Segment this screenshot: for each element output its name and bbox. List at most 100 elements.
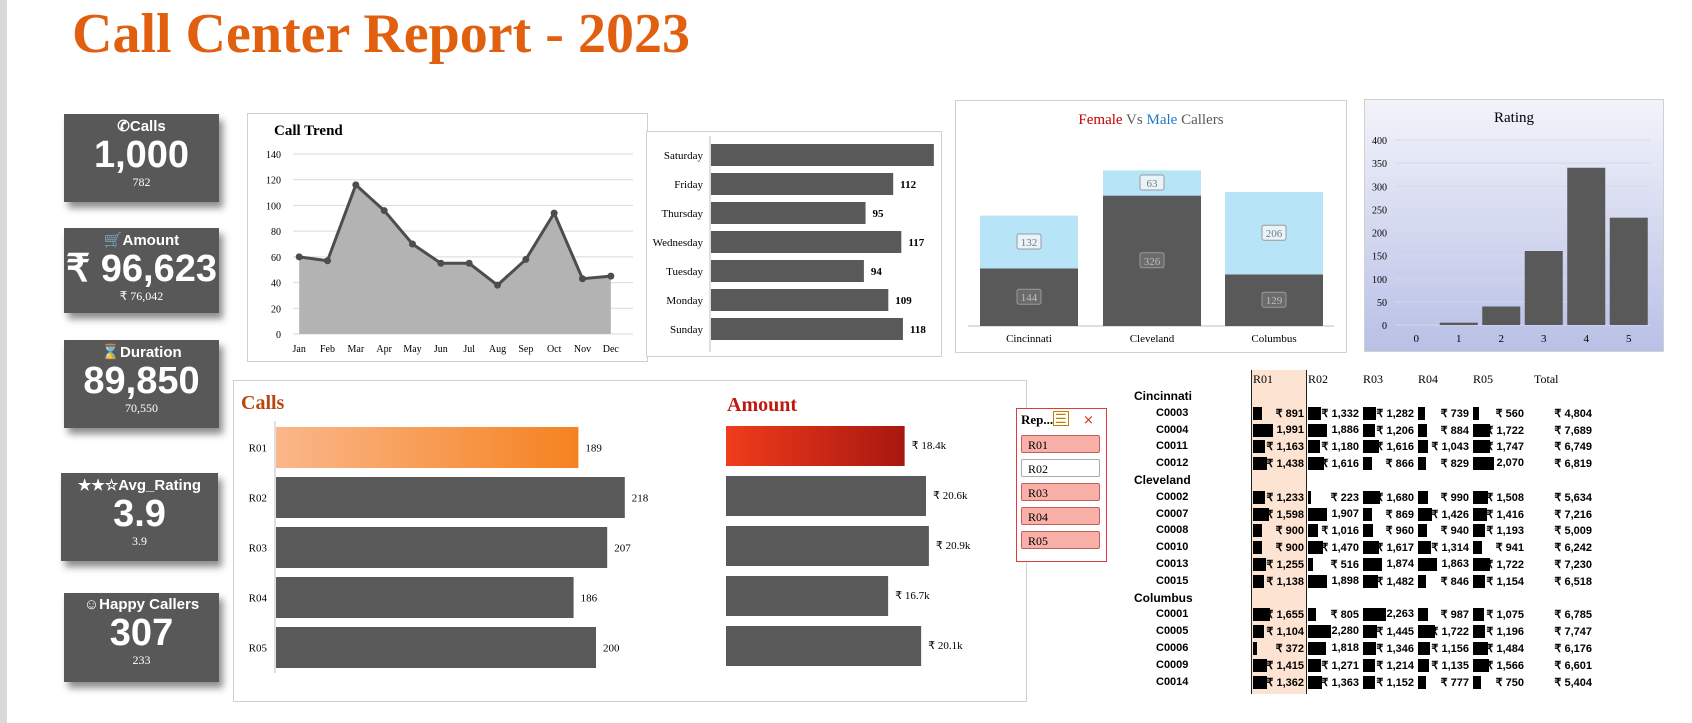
y-tick-label: 20 (271, 304, 281, 315)
slicer-item-r05[interactable]: R05 (1021, 531, 1100, 549)
data-bar (1363, 507, 1372, 521)
trend-point (465, 259, 473, 267)
rep-label: R05 (249, 643, 268, 655)
cell-value: ₹ 1,346 (1376, 643, 1414, 655)
y-tick-label: 120 (266, 176, 281, 187)
pivot-cell: ₹ 941 (1471, 539, 1526, 556)
row-total: ₹ 7,747 (1554, 626, 1592, 639)
cell-value: ₹ 1,214 (1376, 659, 1414, 672)
cell-value: ₹ 777 (1440, 676, 1469, 689)
pivot-header: R01 (1253, 372, 1274, 386)
row-total: ₹ 5,009 (1554, 525, 1592, 538)
cell-value: ₹ 866 (1385, 458, 1414, 471)
row-total: ₹ 5,634 (1554, 491, 1592, 504)
rep-label: R03 (249, 543, 268, 555)
kpi-label-text: Happy Callers (99, 596, 200, 613)
pivot-cell: ₹ 1,043 (1416, 438, 1471, 455)
cell-value: ₹ 739 (1440, 407, 1469, 420)
data-bar (1418, 642, 1430, 655)
multi-select-icon[interactable]: ☰ (1053, 411, 1069, 426)
data-bar (1418, 608, 1428, 622)
data-bar (1308, 524, 1319, 538)
x-tick-label: Jan (292, 344, 305, 355)
customer-code: C0001 (1156, 608, 1189, 621)
amount-value: ₹ 20.6k (933, 490, 968, 502)
cell-value: ₹ 1,233 (1266, 491, 1304, 504)
pivot-group-label: Cincinnati (1134, 389, 1193, 403)
chart-title: Female Vs Male Callers (1078, 112, 1223, 128)
cell-value: ₹ 900 (1275, 525, 1304, 538)
cell-value: ₹ 1,747 (1486, 441, 1524, 454)
trend-point (607, 272, 615, 280)
rating-bar (1567, 167, 1606, 325)
data-bar (1308, 574, 1327, 588)
kpi-label: ⌛Duration (64, 343, 219, 361)
data-bar (1253, 423, 1273, 437)
cell-value: ₹ 1,616 (1321, 458, 1359, 471)
weekday-label: Thursday (661, 208, 703, 220)
customer-code: C0009 (1156, 658, 1189, 671)
data-label: 63 (1147, 178, 1159, 190)
data-bar (1253, 541, 1262, 555)
amount-bar (726, 576, 889, 616)
x-tick-label: 2 (1499, 333, 1505, 345)
title-part: Callers (1177, 112, 1223, 128)
pivot-cell: ₹ 1,196 (1471, 623, 1526, 640)
x-tick-label: 1 (1456, 333, 1462, 345)
row-total: ₹ 6,819 (1554, 458, 1592, 471)
y-tick-label: 100 (1372, 275, 1387, 286)
pivot-cell: ₹ 805 (1306, 606, 1361, 623)
data-bar (1473, 625, 1485, 639)
rating-panel[interactable]: Rating 0 50 100 150 200 250 300 350 400 0 1 2 3 4 5 (1364, 99, 1664, 352)
x-tick-label: Oct (547, 344, 562, 355)
customer-code: C0003 (1156, 406, 1189, 419)
pivot-cell: ₹ 1,206 (1361, 422, 1416, 439)
pivot-cell: ₹ 987 (1416, 606, 1471, 623)
rep-slicer[interactable]: Rep... ☰ ⨯ R01 R02 R03 R04 R05 (1016, 408, 1107, 562)
rep-panel[interactable]: Calls R01 189 R02 218 R03 207 R04 186 R05 200 Amoun… (233, 380, 1027, 702)
pivot-cell: ₹ 1,426 (1416, 506, 1471, 523)
cell-value: ₹ 1,722 (1486, 559, 1524, 571)
slicer-item-r04[interactable]: R04 (1021, 507, 1100, 525)
slicer-item-r02[interactable]: R02 (1021, 459, 1100, 477)
weekday-panel[interactable]: Saturday137Friday112Thursday95Wednesday1… (646, 131, 958, 357)
slicer-item-r03[interactable]: R03 (1021, 483, 1100, 501)
pivot-cell: ₹ 1,104 (1251, 623, 1306, 640)
amount-value: ₹ 18.4k (912, 440, 947, 452)
data-bar (1363, 675, 1375, 689)
gender-panel[interactable]: Female Vs Male Callers 144 132 Cincinnati 32… (955, 100, 1347, 353)
x-tick-label: 4 (1584, 333, 1590, 345)
customer-code: C0011 (1156, 440, 1188, 453)
pivot-cell: ₹ 372 (1251, 640, 1306, 657)
data-bar (1308, 558, 1314, 571)
trend-point (409, 240, 416, 248)
data-bar (1363, 457, 1372, 471)
pivot-cell: 1,874 (1361, 556, 1416, 573)
y-tick-label: 350 (1372, 159, 1387, 170)
data-bar (1418, 541, 1432, 555)
call-trend-panel[interactable]: Call Trend 0 20 40 60 80 100 120 140 Jan Feb Mar Apr… (247, 113, 648, 362)
clear-filter-icon[interactable]: ⨯ (1083, 412, 1094, 428)
pivot-cell: ₹ 1,722 (1471, 422, 1526, 439)
customer-code: C0013 (1156, 558, 1189, 570)
slicer-item-r01[interactable]: R01 (1021, 435, 1100, 453)
x-tick-label: 3 (1541, 333, 1547, 345)
data-bar (1363, 658, 1376, 672)
rating-bar (1609, 217, 1648, 325)
pivot-cell: ₹ 516 (1306, 556, 1361, 573)
pivot-cell: ₹ 1,598 (1251, 506, 1306, 523)
kpi-label: ✆Calls (64, 117, 219, 135)
pivot-cell: ₹ 223 (1306, 489, 1361, 506)
pivot-cell: ₹ 900 (1251, 522, 1306, 539)
cell-value: ₹ 1,362 (1266, 676, 1304, 689)
kpi-label: ☺Happy Callers (64, 596, 219, 613)
cell-value: ₹ 891 (1275, 407, 1304, 420)
customer-code: C0012 (1156, 457, 1189, 470)
weekday-value: 95 (873, 208, 885, 220)
data-label: 144 (1021, 292, 1038, 304)
x-tick-label: Dec (603, 344, 620, 355)
weekday-bar (711, 318, 903, 340)
smiley-icon: ☺ (83, 596, 100, 613)
customer-code: C0010 (1156, 541, 1189, 554)
pivot-cell: ₹ 1,438 (1251, 455, 1306, 472)
